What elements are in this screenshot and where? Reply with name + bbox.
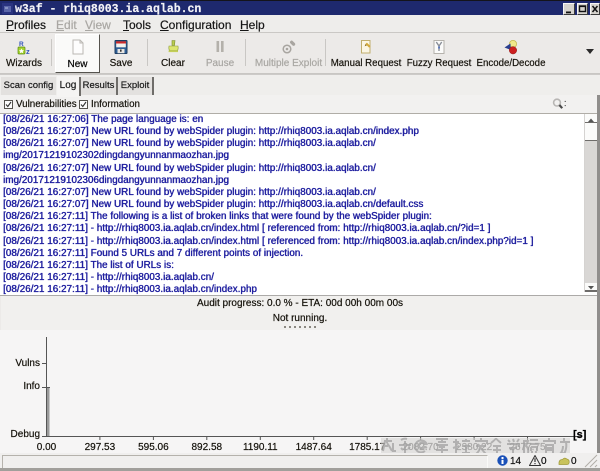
svg-text:z: z [26, 47, 30, 55]
